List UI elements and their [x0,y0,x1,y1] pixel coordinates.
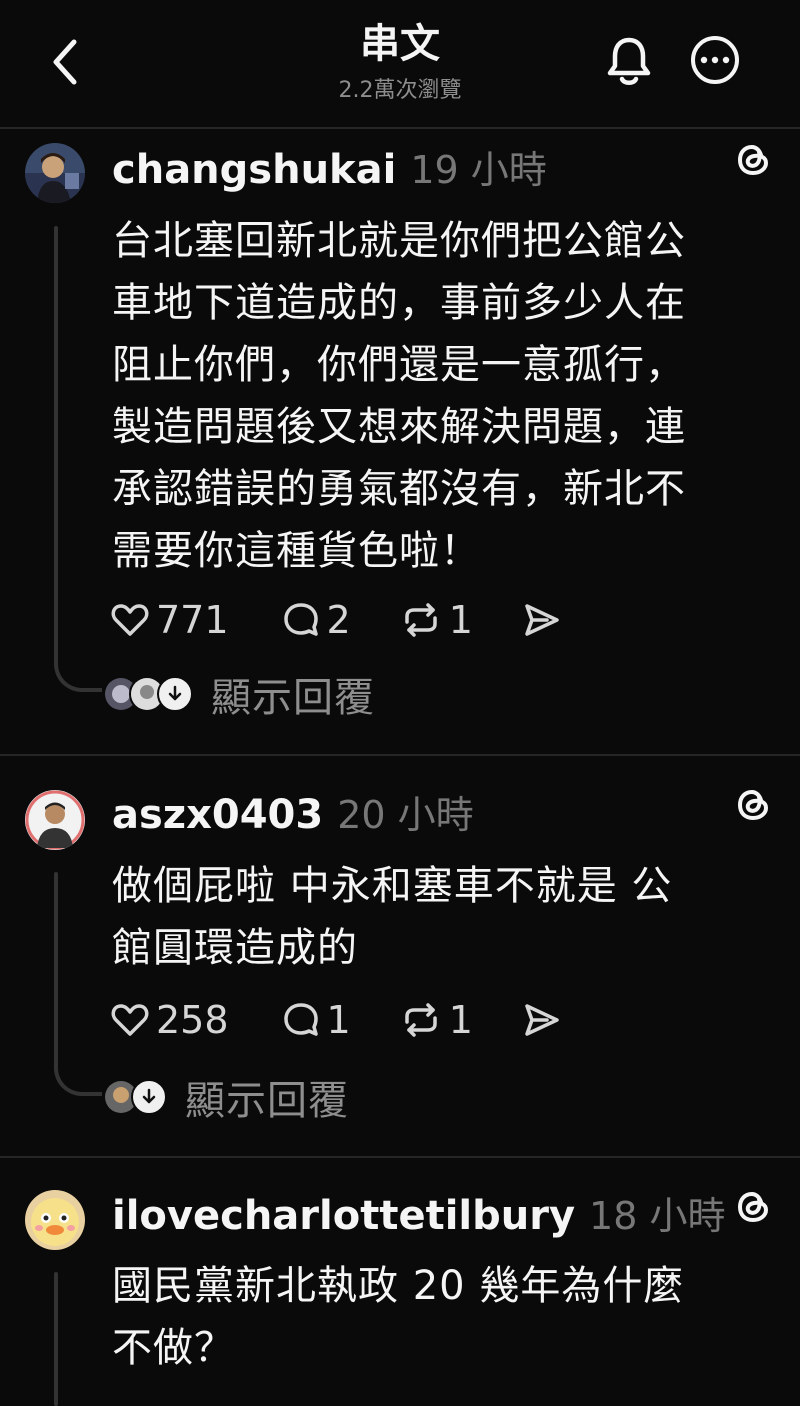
post-body: 國民黨新北執政 20 幾年為什麼 不做？ [112,1255,772,1379]
avatar-image [25,790,85,850]
text-line: 需要你這種貨色啦！ [112,528,481,574]
post-divider [0,754,800,756]
text-line: 不做？ [112,1325,235,1371]
bell-icon [607,37,651,85]
text-line: 館圓環造成的 [112,925,358,971]
show-replies-row[interactable]: 顯示回覆 [103,1072,349,1124]
username[interactable]: aszx0403 [112,789,323,841]
thread-line [54,872,58,1072]
like-button[interactable]: 771 [110,598,229,642]
text-line: 承認錯誤的勇氣都沒有，新北不 [112,466,686,512]
avatar-image [25,143,85,203]
text-line: 車地下道造成的，事前多少人在 [112,280,686,326]
comment-count: 2 [326,598,351,642]
action-bar: 258 1 1 [110,995,561,1045]
text-line: 國民黨新北執政 20 幾年為什麼 [112,1263,685,1309]
heart-icon [111,1004,149,1036]
repost-count: 1 [448,598,473,642]
post-body: 做個屁啦 中永和塞車不就是 公 館圓環造成的 [112,855,772,979]
repost-icon [404,1003,437,1037]
avatar[interactable] [25,790,85,850]
show-replies-link[interactable]: 顯示回覆 [211,665,375,723]
like-count: 258 [156,998,229,1042]
threads-logo-icon[interactable] [733,1186,775,1228]
timestamp: 19 小時 [410,148,547,192]
text-line: 台北塞回新北就是你們把公館公 [112,218,686,264]
thread-connector [54,1066,102,1096]
like-button[interactable]: 258 [110,998,229,1042]
repost-count: 1 [448,998,473,1042]
username[interactable]: ilovecharlottetilbury [112,1190,575,1242]
comment-count: 1 [326,998,351,1042]
share-button[interactable] [521,1000,561,1040]
text-line: 製造問題後又想來解決問題，連 [112,404,686,450]
repost-button[interactable]: 1 [399,998,473,1042]
page-title: 串文 [360,21,440,67]
share-button[interactable] [521,600,561,640]
more-options-button[interactable] [688,33,742,87]
more-icon [691,36,739,84]
thread-connector [54,662,102,692]
header-divider [0,127,800,129]
post-header: aszx0403 20 小時 [112,789,474,841]
avatar[interactable] [25,1190,85,1250]
username[interactable]: changshukai [112,144,396,196]
post-divider [0,1156,800,1158]
send-icon [525,604,559,636]
comment-button[interactable]: 1 [281,998,351,1042]
arrow-down-icon [157,676,193,712]
send-icon [525,1004,559,1036]
timestamp: 20 小時 [337,793,474,837]
post-header: changshukai 19 小時 [112,144,547,196]
thread-line [54,226,58,666]
heart-icon [111,604,149,636]
thread-line [54,1272,58,1406]
timestamp: 18 小時 [589,1194,726,1238]
threads-logo-icon[interactable] [733,139,775,181]
text-line: 阻止你們，你們還是一意孤行， [112,342,686,388]
view-count: 2.2萬次瀏覽 [338,78,462,103]
notifications-button[interactable] [601,33,657,89]
repost-icon [404,603,437,637]
arrow-down-icon [131,1079,167,1115]
post-header: ilovecharlottetilbury 18 小時 [112,1190,725,1242]
action-bar: 771 2 1 [110,595,561,645]
threads-logo-icon[interactable] [733,784,775,826]
repost-button[interactable]: 1 [399,598,473,642]
comment-icon [283,603,318,636]
show-replies-row[interactable]: 顯示回覆 [103,669,375,721]
avatar-image [25,1190,85,1250]
show-replies-link[interactable]: 顯示回覆 [185,1068,349,1126]
comment-icon [283,1003,318,1036]
like-count: 771 [156,598,229,642]
comment-button[interactable]: 2 [281,598,351,642]
text-line: 做個屁啦 中永和塞車不就是 公 [112,863,673,909]
post-body: 台北塞回新北就是你們把公館公 車地下道造成的，事前多少人在 阻止你們，你們還是一… [112,210,772,582]
top-bar: 串文 2.2萬次瀏覽 [0,0,800,127]
avatar[interactable] [25,143,85,203]
